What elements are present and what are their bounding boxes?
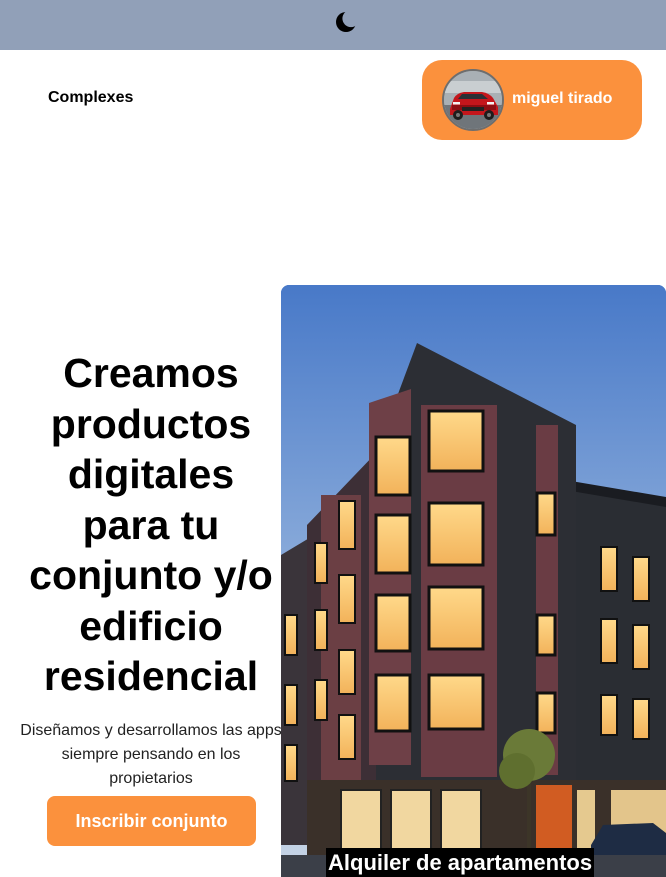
avatar bbox=[442, 69, 504, 131]
top-bar bbox=[0, 0, 666, 50]
register-complex-button[interactable]: Inscribir conjunto bbox=[47, 796, 256, 846]
brand-logo-text[interactable]: Complexes bbox=[48, 89, 133, 107]
user-name: miguel tirado bbox=[512, 90, 613, 107]
showcase-caption: Alquiler de apartamentos bbox=[326, 848, 595, 877]
theme-toggle-button[interactable] bbox=[331, 9, 361, 39]
hero-title: Creamos productos digitales para tu conj… bbox=[29, 350, 273, 699]
hero-subtitle: Diseñamos y desarrollamos las apps siemp… bbox=[20, 722, 282, 787]
residential-building-photo: Alquiler de apartamentos bbox=[281, 285, 666, 877]
user-menu-button[interactable]: miguel tirado bbox=[422, 60, 642, 140]
moon-icon bbox=[335, 9, 360, 38]
